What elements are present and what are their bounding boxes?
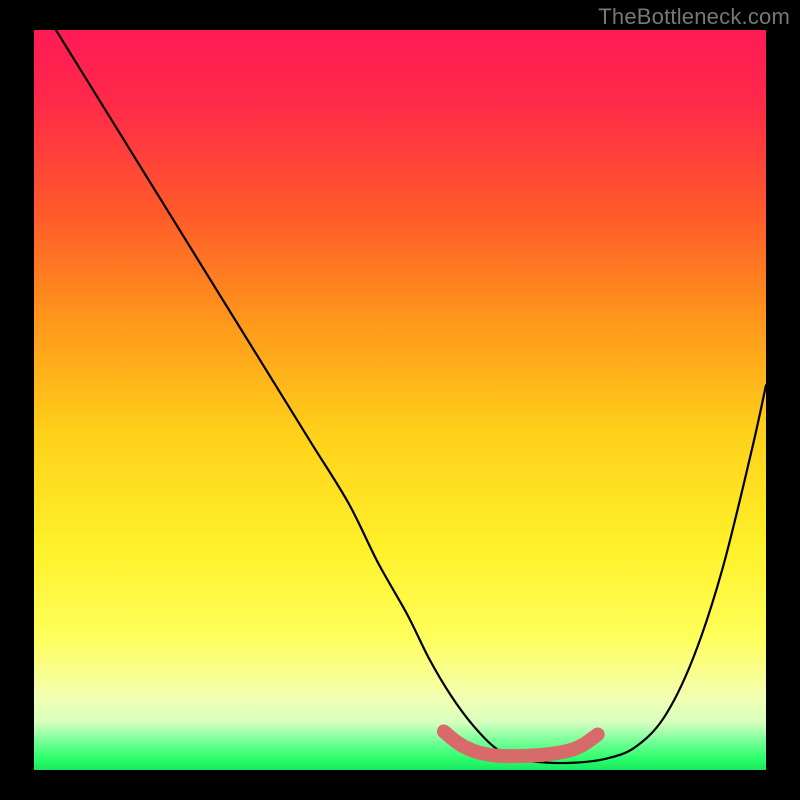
highlight-segment (444, 732, 598, 757)
chart-frame: TheBottleneck.com (0, 0, 800, 800)
plot-area (34, 30, 766, 770)
bottleneck-curve (56, 30, 766, 763)
watermark-text: TheBottleneck.com (598, 4, 790, 30)
curve-layer (34, 30, 766, 770)
